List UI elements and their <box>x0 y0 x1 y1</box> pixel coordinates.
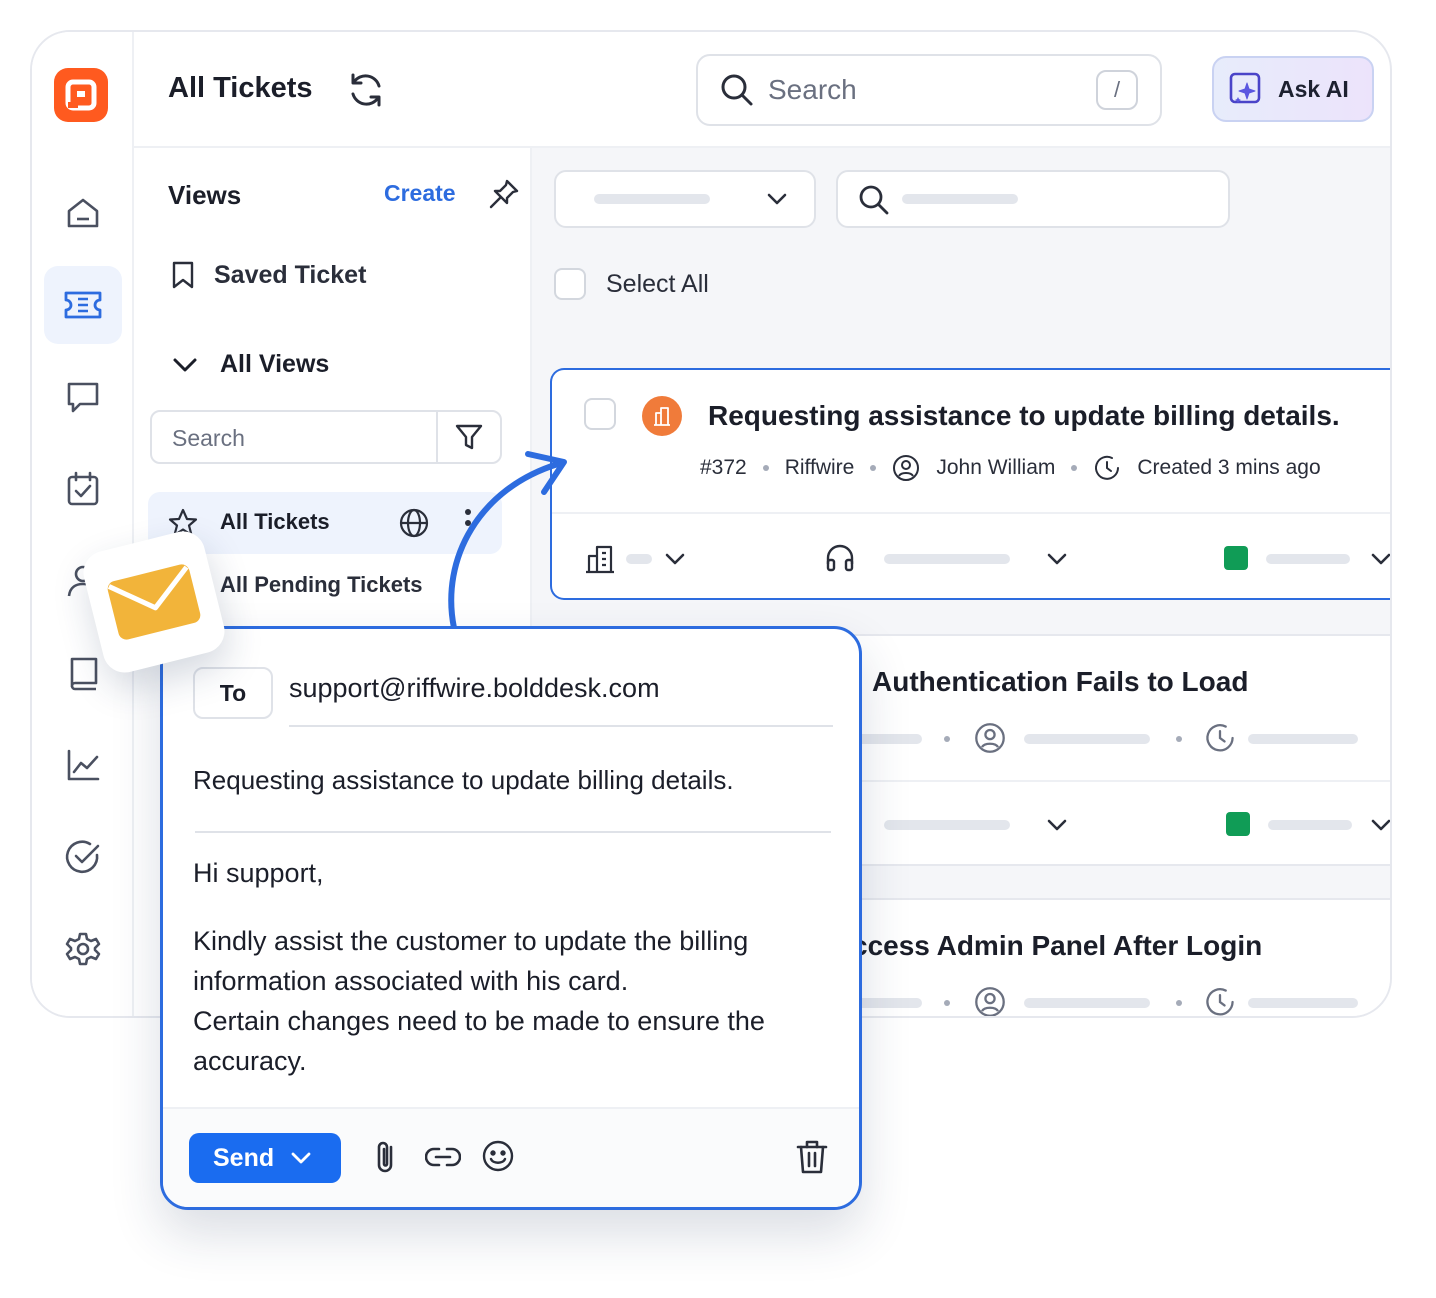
building-icon <box>586 545 614 574</box>
send-button[interactable]: Send <box>189 1133 341 1183</box>
create-view-link[interactable]: Create <box>384 180 456 207</box>
chevron-down-icon[interactable] <box>1046 818 1068 832</box>
ticket-checkbox[interactable] <box>584 398 616 430</box>
status-color-swatch <box>1224 546 1248 570</box>
status-color-swatch <box>1226 812 1250 836</box>
chat-icon[interactable] <box>44 358 122 436</box>
send-label: Send <box>213 1143 275 1172</box>
body-line-1: Kindly assist the customer to update the… <box>193 926 749 996</box>
refresh-icon[interactable] <box>346 70 386 110</box>
search-placeholder: Search <box>768 74 857 105</box>
curved-arrow-graphic <box>448 451 567 631</box>
chevron-down-icon[interactable] <box>664 552 686 566</box>
pin-icon[interactable] <box>488 178 520 215</box>
top-bar: All Tickets Search / Ask AI <box>134 32 1390 148</box>
contact-icon <box>975 723 1005 753</box>
to-label: To <box>193 667 273 719</box>
ask-ai-button[interactable]: Ask AI <box>1212 56 1374 122</box>
status-filter-dropdown[interactable] <box>554 170 816 228</box>
message-body-field[interactable]: Hi support, Kindly assist the customer t… <box>193 853 843 1081</box>
ticket-card[interactable]: Requesting assistance to update billing … <box>550 368 1392 600</box>
views-title: Views <box>168 180 242 210</box>
ticket-title[interactable]: Requesting assistance to update billing … <box>708 400 1340 432</box>
organization-avatar <box>642 396 682 436</box>
select-all-label: Select All <box>606 269 709 298</box>
to-address-field[interactable]: support@riffwire.bolddesk.com <box>289 673 660 704</box>
link-icon[interactable] <box>425 1145 461 1169</box>
clock-icon <box>1206 988 1234 1016</box>
email-compose-panel: To support@riffwire.bolddesk.com Request… <box>160 626 862 1210</box>
body-greeting: Hi support, <box>193 858 324 888</box>
ask-ai-label: Ask AI <box>1278 75 1349 102</box>
bookmark-icon <box>172 261 194 289</box>
body-line-2: Certain changes need to be made to ensur… <box>193 1006 765 1076</box>
ticket-id: #372 <box>700 456 747 479</box>
ticket-title[interactable]: ccess Admin Panel After Login <box>852 930 1262 962</box>
gear-icon[interactable] <box>44 910 122 988</box>
global-search-input[interactable]: Search / <box>696 54 1162 126</box>
calendar-check-icon[interactable] <box>44 450 122 528</box>
chevron-down-icon <box>767 193 787 205</box>
headset-icon <box>826 544 854 572</box>
ticket-title[interactable]: Authentication Fails to Load <box>872 666 1248 698</box>
chevron-down-icon[interactable] <box>1370 552 1392 566</box>
ticket-search-input[interactable] <box>836 170 1230 228</box>
saved-ticket-item[interactable]: Saved Ticket <box>170 260 366 290</box>
search-icon <box>859 185 889 215</box>
ticket-created: Created 3 mins ago <box>1137 456 1321 479</box>
ticket-meta: #372 Riffwire John William Created 3 min… <box>700 454 1321 482</box>
search-icon <box>721 74 753 106</box>
compose-toolbar: Send <box>163 1107 859 1207</box>
view-item-label: All Tickets <box>220 509 330 534</box>
ticket-icon[interactable] <box>44 266 122 344</box>
contact-icon <box>893 455 920 481</box>
views-search-placeholder: Search <box>172 425 245 451</box>
left-rail <box>32 32 134 1016</box>
ticket-organization: Riffwire <box>784 456 855 479</box>
emoji-icon[interactable] <box>481 1139 515 1173</box>
globe-icon <box>399 508 429 538</box>
envelope-icon <box>107 564 201 640</box>
trash-icon[interactable] <box>795 1139 829 1175</box>
chevron-down-icon[interactable] <box>1046 552 1068 566</box>
clock-icon <box>1206 724 1234 752</box>
brand-logo[interactable] <box>54 68 108 122</box>
chart-icon[interactable] <box>44 726 122 804</box>
attachment-icon[interactable] <box>371 1139 401 1175</box>
clock-icon <box>1095 455 1120 480</box>
select-all-checkbox[interactable]: Select All <box>554 268 709 300</box>
ticket-contact: John William <box>936 456 1056 479</box>
all-views-label: All Views <box>220 350 330 378</box>
checkbox[interactable] <box>554 268 586 300</box>
all-views-toggle[interactable]: All Views <box>172 350 329 379</box>
ticket-properties-row <box>552 512 1392 600</box>
ai-sparkle-icon <box>1229 72 1261 104</box>
home-icon[interactable] <box>44 174 122 252</box>
contact-icon <box>975 987 1005 1016</box>
chevron-down-icon <box>173 358 197 371</box>
search-shortcut-key: / <box>1096 70 1138 110</box>
chevron-down-icon[interactable] <box>1370 818 1392 832</box>
saved-ticket-label: Saved Ticket <box>214 260 367 289</box>
page-title: All Tickets <box>168 72 313 104</box>
view-item-all-pending-tickets[interactable]: All Pending Tickets <box>220 572 423 598</box>
subject-field[interactable]: Requesting assistance to update billing … <box>193 765 734 796</box>
check-circle-icon[interactable] <box>44 818 122 896</box>
chevron-down-icon[interactable] <box>290 1151 312 1165</box>
